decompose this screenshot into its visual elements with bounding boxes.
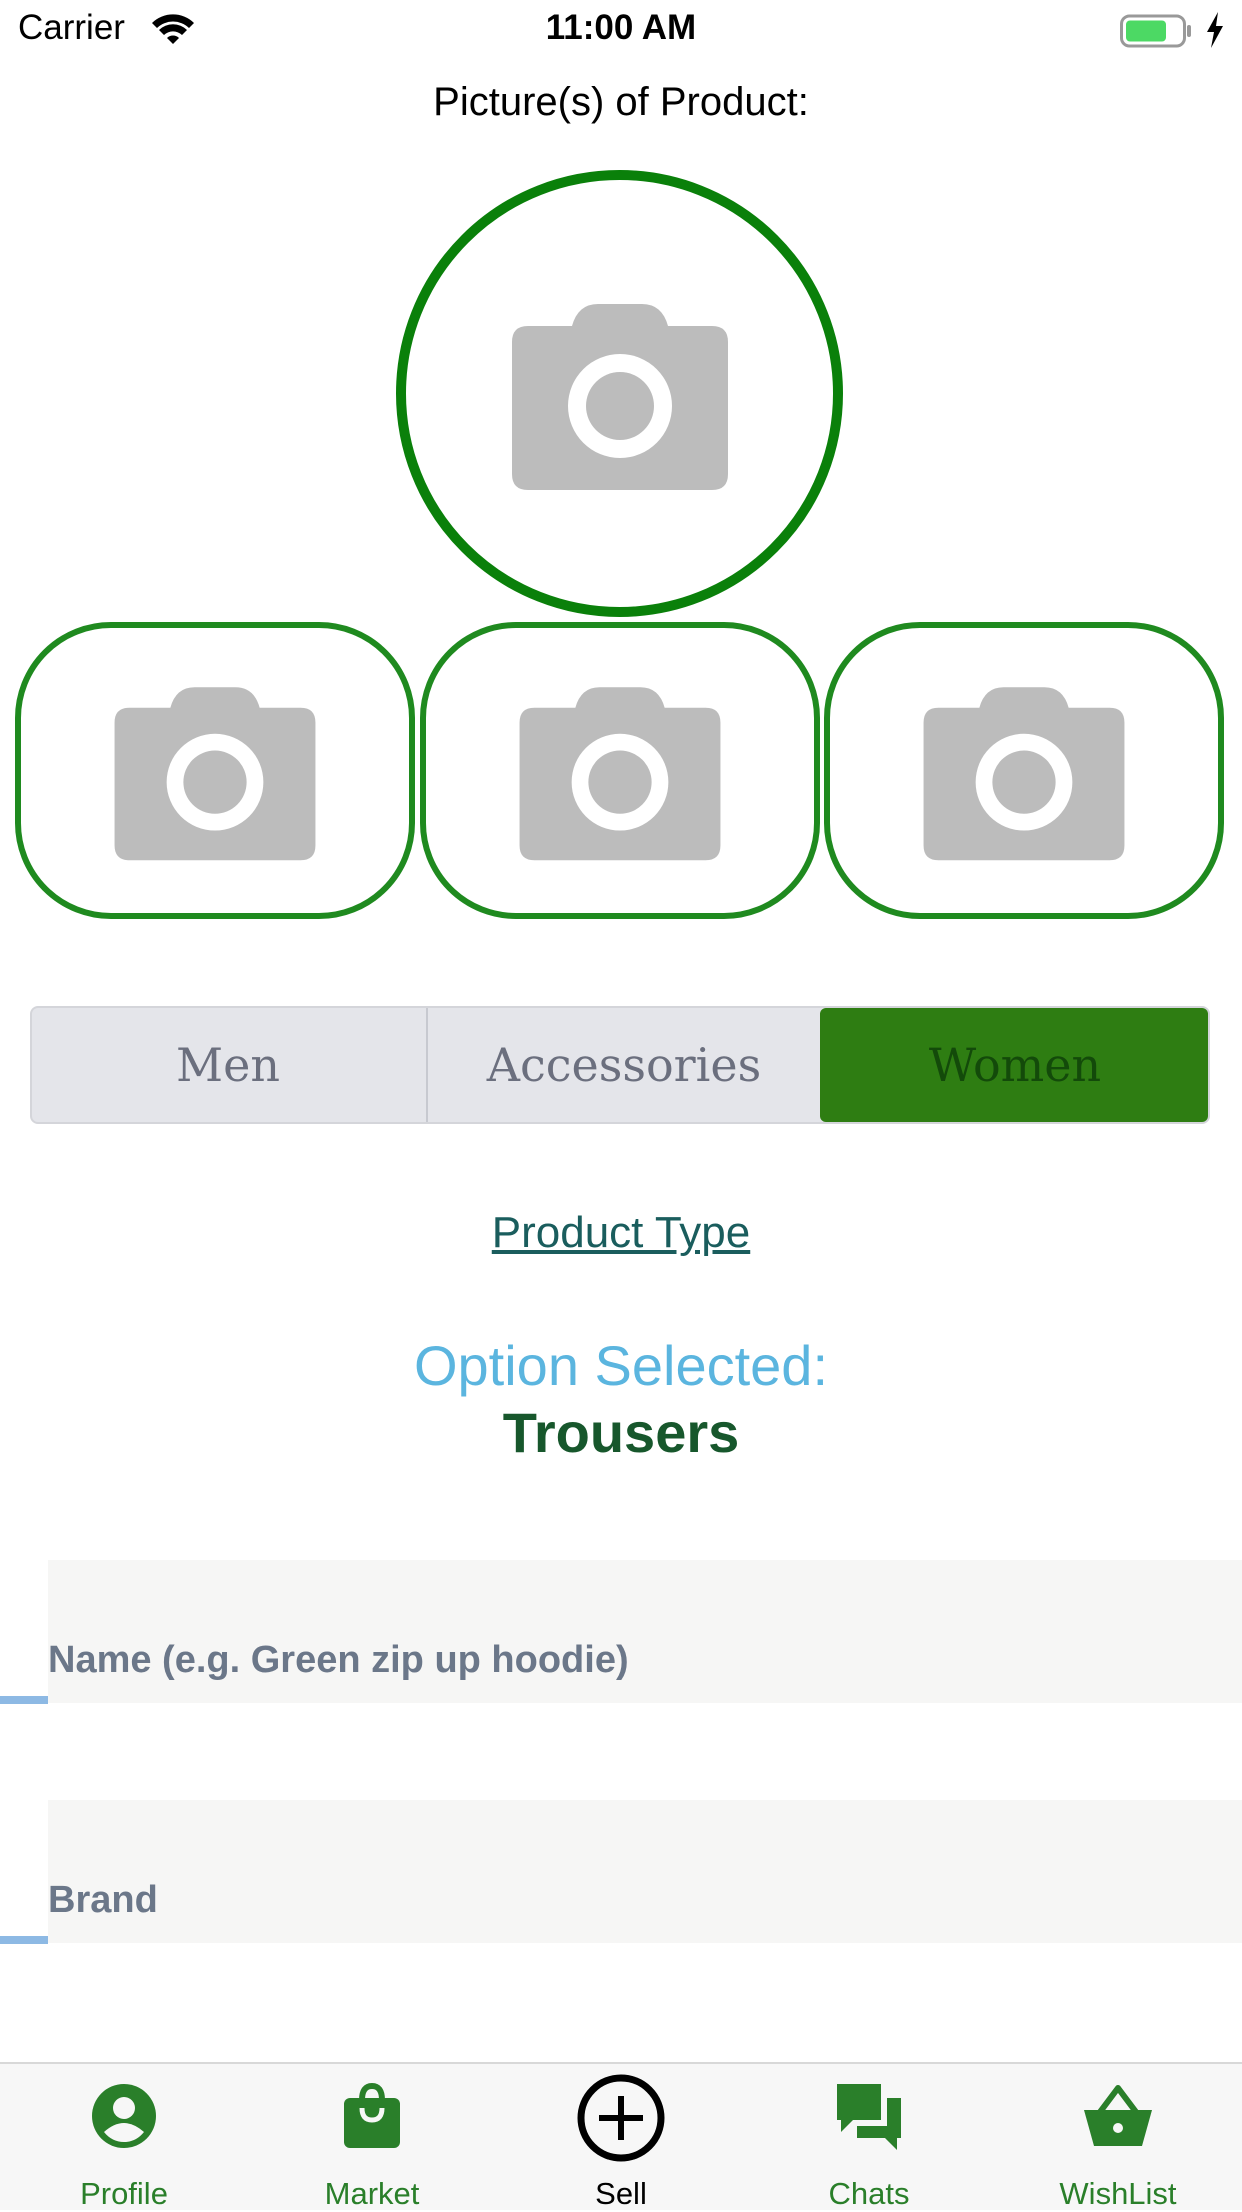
option-selected-value: Trousers (502, 1401, 740, 1464)
camera-icon (511, 303, 728, 490)
name-input[interactable] (48, 1635, 1148, 1685)
tab-market[interactable]: Market (272, 2064, 472, 2211)
tab-label: Profile (80, 2176, 168, 2211)
segment-women[interactable]: Women (820, 1008, 1208, 1122)
brand-field[interactable] (48, 1800, 1242, 1943)
person-circle-icon (92, 2084, 156, 2148)
camera-icon (519, 686, 721, 860)
product-type-link[interactable]: Product Type (0, 1208, 1242, 1258)
status-bar: Carrier 11:00 AM (0, 0, 1242, 62)
field-accent-bar (0, 1936, 48, 1944)
chat-bubbles-icon (837, 2084, 901, 2150)
tab-wishlist[interactable]: WishList (1018, 2064, 1218, 2211)
field-accent-bar (0, 1696, 48, 1704)
charging-icon (1207, 12, 1223, 48)
page-title: Picture(s) of Product: (433, 80, 809, 124)
tab-label: Sell (595, 2176, 647, 2211)
thumbnail-photo-button[interactable] (15, 622, 415, 919)
segment-accessories[interactable]: Accessories (426, 1008, 820, 1122)
battery-icon (1120, 14, 1191, 48)
camera-icon (923, 686, 1125, 860)
camera-icon (114, 686, 316, 860)
tab-label: Chats (828, 2176, 910, 2211)
thumbnail-photo-button[interactable] (420, 622, 820, 919)
status-time: 11:00 AM (545, 8, 697, 47)
tab-chats[interactable]: Chats (769, 2064, 969, 2211)
option-selected-label: Option Selected: (413, 1334, 829, 1397)
tab-label: WishList (1059, 2176, 1177, 2211)
category-segmented-control: Men Accessories Women (30, 1006, 1210, 1124)
segment-men[interactable]: Men (32, 1008, 424, 1122)
basket-icon (1084, 2085, 1152, 2146)
tab-profile[interactable]: Profile (24, 2064, 224, 2211)
tab-bar: Profile Market Sell Chats WishList (0, 2062, 1242, 2211)
brand-input[interactable] (48, 1875, 1148, 1925)
plus-circle-icon (577, 2074, 665, 2162)
tab-label: Market (324, 2176, 420, 2211)
shopping-bag-icon (344, 2082, 400, 2148)
tab-sell[interactable]: Sell (521, 2064, 721, 2211)
name-field[interactable] (48, 1560, 1242, 1703)
thumbnail-photo-button[interactable] (824, 622, 1224, 919)
main-photo-button[interactable] (396, 170, 843, 617)
